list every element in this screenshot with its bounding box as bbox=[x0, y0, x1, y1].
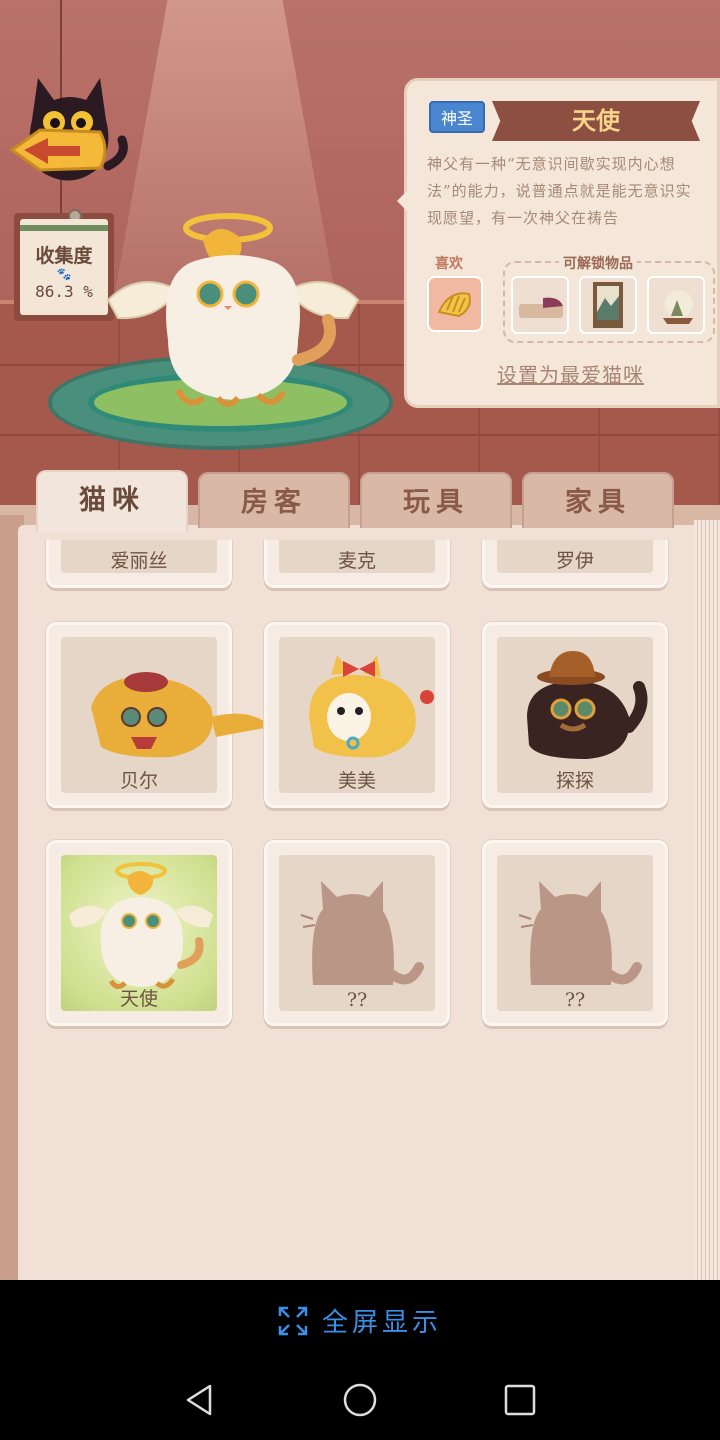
tab-tenants[interactable]: 房客 bbox=[198, 472, 350, 528]
cat-description: 神父有一种“无意识间歇实现内心想法”的能力，说普通点就是能无意识实现愿望，有一次… bbox=[427, 155, 692, 227]
system-nav-bar bbox=[0, 1360, 720, 1440]
locked-cat-silhouette-icon bbox=[300, 881, 424, 985]
cat-name-ribbon: 天使 bbox=[492, 101, 700, 141]
cat-card-name: 探探 bbox=[555, 770, 594, 792]
painting-item-icon[interactable] bbox=[579, 276, 637, 334]
meimei-cat-icon bbox=[309, 655, 434, 758]
likes-label: 喜欢 bbox=[435, 256, 463, 272]
unlockable-label: 可解锁物品 bbox=[559, 253, 637, 273]
cat-card-name: 贝尔 bbox=[119, 770, 158, 792]
cat-card-name: ?? bbox=[346, 989, 368, 1011]
cat-card[interactable]: 麦克 bbox=[264, 540, 450, 588]
page-edge bbox=[694, 520, 720, 1280]
nav-home-icon[interactable] bbox=[340, 1380, 380, 1420]
cat-card-meimei[interactable]: 美美 bbox=[264, 622, 450, 808]
cat-info-panel: 神圣 天使 神父有一种“无意识间歇实现内心想法”的能力，说普通点就是能无意识实现… bbox=[397, 78, 720, 408]
category-tabs: 猫咪 房客 玩具 家具 bbox=[36, 470, 676, 532]
cat-card-bell[interactable]: 贝尔 bbox=[46, 622, 271, 808]
set-favorite-link[interactable]: 设置为最爱猫咪 bbox=[497, 359, 644, 388]
cat-card-locked[interactable]: ?? bbox=[264, 840, 450, 1026]
fullscreen-label[interactable]: 全屏显示 bbox=[322, 1302, 442, 1339]
expand-icon bbox=[278, 1306, 308, 1336]
locked-cat-silhouette-icon bbox=[518, 881, 642, 985]
cat-card-angel[interactable]: 天使 bbox=[46, 840, 232, 1026]
cat-card-locked[interactable]: ?? bbox=[482, 840, 668, 1026]
nav-recents-icon[interactable] bbox=[500, 1380, 540, 1420]
collection-title: 收集度 bbox=[35, 245, 93, 267]
angel-cat-figure[interactable] bbox=[98, 210, 368, 420]
fullscreen-bar[interactable]: 全屏显示 bbox=[0, 1280, 720, 1360]
cat-card-name: 美美 bbox=[337, 770, 376, 792]
cat-card-name: 麦克 bbox=[337, 550, 376, 572]
rarity-badge: 神圣 bbox=[429, 101, 486, 133]
cat-card-name: ?? bbox=[564, 989, 586, 1011]
cat-card-tantan[interactable]: 探探 bbox=[482, 622, 668, 808]
angel-cat-icon bbox=[69, 862, 213, 989]
cushion-item-icon[interactable] bbox=[511, 276, 569, 334]
paw-icon: 🐾 bbox=[56, 267, 72, 281]
cat-card-name: 爱丽丝 bbox=[110, 550, 168, 572]
bell-cat-icon bbox=[91, 672, 271, 758]
cat-card[interactable]: 爱丽丝 bbox=[46, 540, 232, 588]
tantan-cat-icon bbox=[527, 651, 648, 759]
harp-toy-icon[interactable] bbox=[427, 276, 483, 332]
cat-card-name: 罗伊 bbox=[555, 550, 594, 572]
cat-card-name: 天使 bbox=[119, 988, 158, 1010]
tab-furniture[interactable]: 家具 bbox=[522, 472, 674, 528]
tab-cats[interactable]: 猫咪 bbox=[36, 470, 188, 532]
shrine-item-icon[interactable] bbox=[647, 276, 705, 334]
back-arrow-icon[interactable] bbox=[10, 70, 130, 200]
cat-name: 天使 bbox=[572, 107, 620, 135]
cat-card[interactable]: 罗伊 bbox=[482, 540, 668, 588]
nav-back-icon[interactable] bbox=[180, 1380, 220, 1420]
collection-value: 86.3 % bbox=[35, 282, 93, 301]
cat-grid: 爱丽丝 麦克 罗伊 贝尔 美美 探探 天使 ?? ?? bbox=[24, 540, 694, 1040]
tab-toys[interactable]: 玩具 bbox=[360, 472, 512, 528]
